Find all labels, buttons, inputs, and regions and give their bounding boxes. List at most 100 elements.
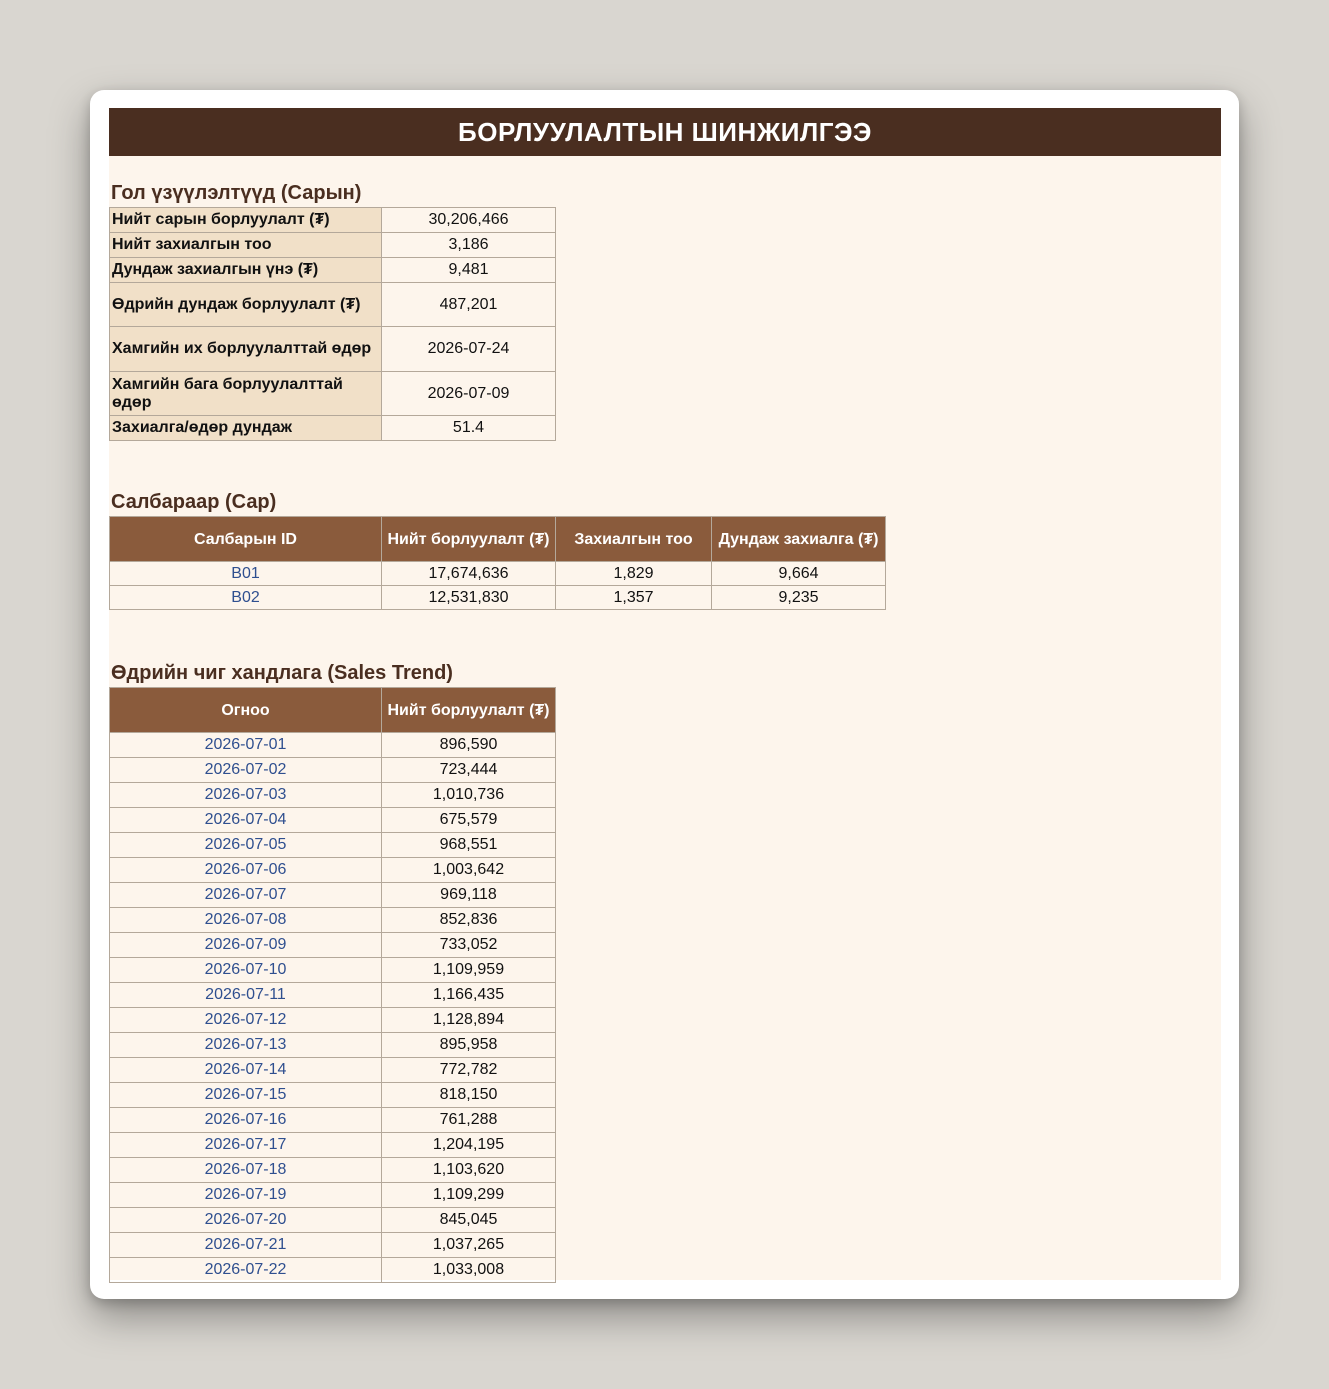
trend-total-cell[interactable]: 1,166,435 [381, 982, 556, 1008]
trend-total-cell[interactable]: 1,109,959 [381, 957, 556, 983]
page-title: БОРЛУУЛАЛТЫН ШИНЖИЛГЭЭ [109, 108, 1221, 156]
trend-date-cell[interactable]: 2026-07-02 [109, 757, 382, 783]
trend-row: 2026-07-22 1,033,008 [109, 1257, 556, 1283]
kpi-row: Хамгийн бага борлуулалттай өдөр 2026-07-0… [109, 371, 556, 416]
trend-total-cell[interactable]: 1,010,736 [381, 782, 556, 808]
kpi-section-title: Гол үзүүлэлтүүд (Сарын) [111, 182, 362, 204]
trend-total-cell[interactable]: 723,444 [381, 757, 556, 783]
branch-header-total[interactable]: Нийт борлуулалт (₮) [381, 516, 556, 562]
trend-date-cell[interactable]: 2026-07-11 [109, 982, 382, 1008]
trend-row: 2026-07-02 723,444 [109, 757, 556, 783]
trend-date-cell[interactable]: 2026-07-01 [109, 732, 382, 758]
trend-row: 2026-07-15 818,150 [109, 1082, 556, 1108]
trend-total-cell[interactable]: 1,128,894 [381, 1007, 556, 1033]
trend-row: 2026-07-03 1,010,736 [109, 782, 556, 808]
branch-orders-cell[interactable]: 1,829 [555, 561, 712, 586]
kpi-row: Нийт сарын борлуулалт (₮) 30,206,466 [109, 207, 556, 233]
trend-total-cell[interactable]: 1,204,195 [381, 1132, 556, 1158]
kpi-label[interactable]: Дундаж захиалгын үнэ (₮) [109, 257, 382, 283]
trend-date-cell[interactable]: 2026-07-15 [109, 1082, 382, 1108]
trend-date-cell[interactable]: 2026-07-04 [109, 807, 382, 833]
trend-total-cell[interactable]: 1,033,008 [381, 1257, 556, 1283]
trend-date-cell[interactable]: 2026-07-20 [109, 1207, 382, 1233]
trend-header-row: Огноо Нийт борлуулалт (₮) [109, 687, 556, 733]
kpi-value[interactable]: 487,201 [381, 282, 556, 327]
kpi-row: Дундаж захиалгын үнэ (₮) 9,481 [109, 257, 556, 283]
trend-total-cell[interactable]: 895,958 [381, 1032, 556, 1058]
branch-row: B02 12,531,830 1,357 9,235 [109, 585, 886, 610]
kpi-value[interactable]: 51.4 [381, 415, 556, 441]
kpi-table: Нийт сарын борлуулалт (₮) 30,206,466 Нийт … [109, 207, 556, 441]
trend-date-cell[interactable]: 2026-07-06 [109, 857, 382, 883]
branch-id-cell[interactable]: B02 [109, 585, 382, 610]
trend-date-cell[interactable]: 2026-07-10 [109, 957, 382, 983]
trend-total-cell[interactable]: 1,037,265 [381, 1232, 556, 1258]
branch-header-average[interactable]: Дундаж захиалга (₮) [711, 516, 886, 562]
kpi-label[interactable]: Захиалга/өдөр дундаж [109, 415, 382, 441]
branch-total-cell[interactable]: 12,531,830 [381, 585, 556, 610]
kpi-row: Захиалга/өдөр дундаж 51.4 [109, 415, 556, 441]
kpi-value[interactable]: 9,481 [381, 257, 556, 283]
branch-header-row: Салбарын ID Нийт борлуулалт (₮) Захиалгы… [109, 516, 886, 562]
branch-row: B01 17,674,636 1,829 9,664 [109, 561, 886, 586]
trend-total-cell[interactable]: 968,551 [381, 832, 556, 858]
trend-header-date[interactable]: Огноо [109, 687, 382, 733]
trend-header-total[interactable]: Нийт борлуулалт (₮) [381, 687, 556, 733]
trend-date-cell[interactable]: 2026-07-07 [109, 882, 382, 908]
trend-row: 2026-07-07 969,118 [109, 882, 556, 908]
trend-row: 2026-07-09 733,052 [109, 932, 556, 958]
kpi-value[interactable]: 2026-07-09 [381, 371, 556, 416]
kpi-label[interactable]: Өдрийн дундаж борлуулалт (₮) [109, 282, 382, 327]
trend-total-cell[interactable]: 852,836 [381, 907, 556, 933]
trend-total-cell[interactable]: 896,590 [381, 732, 556, 758]
trend-row: 2026-07-21 1,037,265 [109, 1232, 556, 1258]
kpi-label[interactable]: Хамгийн их борлуулалттай өдөр [109, 326, 382, 372]
branch-average-cell[interactable]: 9,235 [711, 585, 886, 610]
trend-date-cell[interactable]: 2026-07-21 [109, 1232, 382, 1258]
trend-date-cell[interactable]: 2026-07-08 [109, 907, 382, 933]
kpi-value[interactable]: 3,186 [381, 232, 556, 258]
branch-total-cell[interactable]: 17,674,636 [381, 561, 556, 586]
branch-header-orders[interactable]: Захиалгын тоо [555, 516, 712, 562]
trend-row: 2026-07-20 845,045 [109, 1207, 556, 1233]
trend-total-cell[interactable]: 1,109,299 [381, 1182, 556, 1208]
trend-date-cell[interactable]: 2026-07-18 [109, 1157, 382, 1183]
trend-date-cell[interactable]: 2026-07-19 [109, 1182, 382, 1208]
trend-date-cell[interactable]: 2026-07-12 [109, 1007, 382, 1033]
trend-total-cell[interactable]: 675,579 [381, 807, 556, 833]
kpi-value[interactable]: 2026-07-24 [381, 326, 556, 372]
trend-row: 2026-07-17 1,204,195 [109, 1132, 556, 1158]
trend-total-cell[interactable]: 733,052 [381, 932, 556, 958]
branch-average-cell[interactable]: 9,664 [711, 561, 886, 586]
trend-total-cell[interactable]: 772,782 [381, 1057, 556, 1083]
trend-total-cell[interactable]: 818,150 [381, 1082, 556, 1108]
kpi-label[interactable]: Нийт сарын борлуулалт (₮) [109, 207, 382, 233]
trend-row: 2026-07-13 895,958 [109, 1032, 556, 1058]
branch-header-id[interactable]: Салбарын ID [109, 516, 382, 562]
trend-date-cell[interactable]: 2026-07-09 [109, 932, 382, 958]
spreadsheet: БОРЛУУЛАЛТЫН ШИНЖИЛГЭЭ Гол үзүүлэлтүүд (… [109, 108, 1221, 1283]
trend-total-cell[interactable]: 969,118 [381, 882, 556, 908]
branch-orders-cell[interactable]: 1,357 [555, 585, 712, 610]
trend-total-cell[interactable]: 1,003,642 [381, 857, 556, 883]
trend-row: 2026-07-10 1,109,959 [109, 957, 556, 983]
trend-date-cell[interactable]: 2026-07-22 [109, 1257, 382, 1283]
trend-date-cell[interactable]: 2026-07-03 [109, 782, 382, 808]
trend-total-cell[interactable]: 845,045 [381, 1207, 556, 1233]
kpi-row: Нийт захиалгын тоо 3,186 [109, 232, 556, 258]
trend-date-cell[interactable]: 2026-07-17 [109, 1132, 382, 1158]
trend-row: 2026-07-04 675,579 [109, 807, 556, 833]
trend-table: Огноо Нийт борлуулалт (₮) 2026-07-01 896,… [109, 687, 556, 1283]
trend-date-cell[interactable]: 2026-07-05 [109, 832, 382, 858]
kpi-label[interactable]: Нийт захиалгын тоо [109, 232, 382, 258]
kpi-value[interactable]: 30,206,466 [381, 207, 556, 233]
trend-date-cell[interactable]: 2026-07-13 [109, 1032, 382, 1058]
trend-section-title: Өдрийн чиг хандлага (Sales Trend) [111, 662, 453, 684]
trend-date-cell[interactable]: 2026-07-16 [109, 1107, 382, 1133]
kpi-label[interactable]: Хамгийн бага борлуулалттай өдөр [109, 371, 382, 416]
trend-row: 2026-07-14 772,782 [109, 1057, 556, 1083]
trend-date-cell[interactable]: 2026-07-14 [109, 1057, 382, 1083]
branch-id-cell[interactable]: B01 [109, 561, 382, 586]
trend-total-cell[interactable]: 761,288 [381, 1107, 556, 1133]
trend-total-cell[interactable]: 1,103,620 [381, 1157, 556, 1183]
